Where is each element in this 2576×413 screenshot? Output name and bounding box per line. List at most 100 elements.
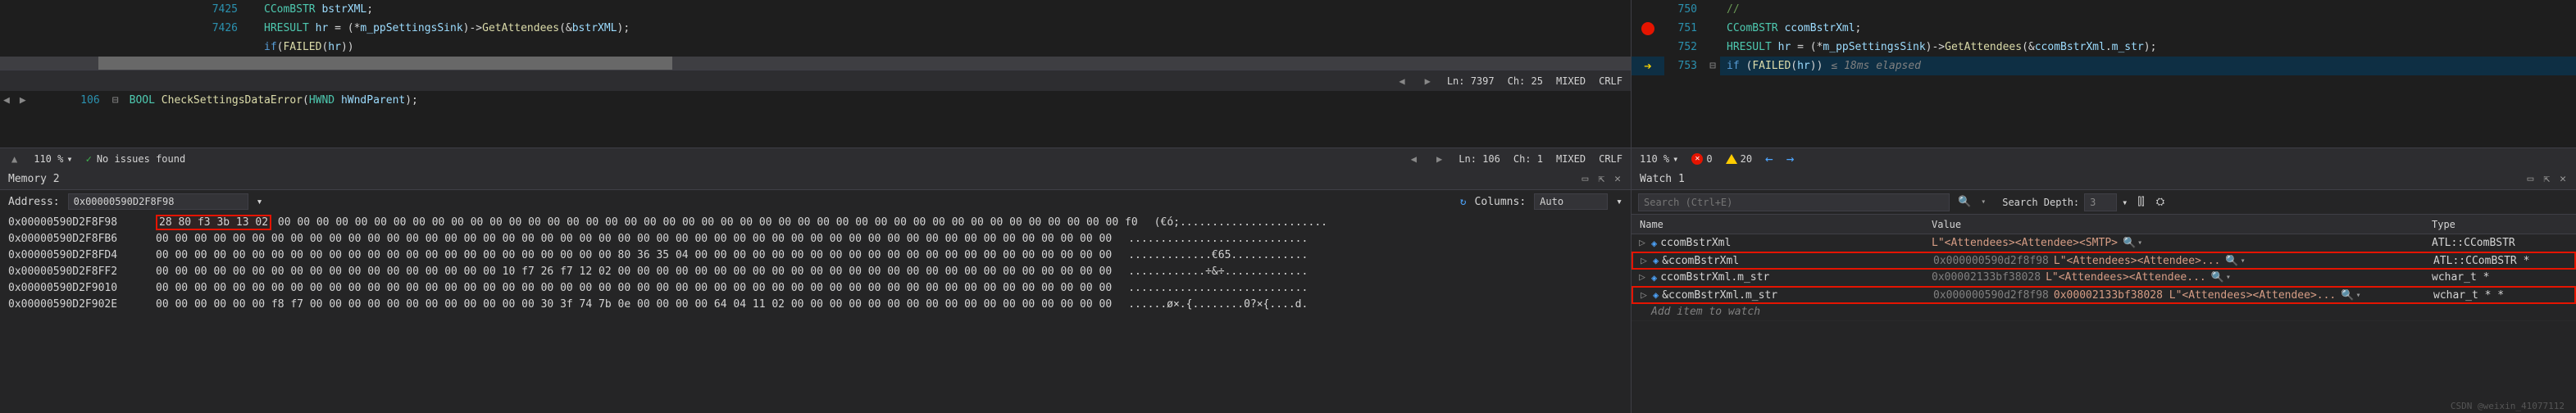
code-line[interactable]: // (1720, 0, 1740, 19)
nav-prev-icon[interactable]: ◀ (1395, 75, 1408, 87)
horizontal-scrollbar[interactable] (0, 57, 1631, 70)
watch-name: &ccomBstrXml (1662, 255, 1739, 267)
status-line: Ln: 106 (1459, 153, 1500, 165)
close-icon[interactable]: ✕ (1613, 173, 1623, 185)
refresh-icon[interactable]: ↻ (1460, 196, 1467, 208)
object-icon: ◈ (1653, 289, 1659, 301)
col-name[interactable]: Name (1632, 219, 1927, 230)
watch-row[interactable]: ▷◈ ccomBstrXmlL"<Attendees><Attendee><SM… (1632, 234, 2576, 252)
code-line[interactable]: CComBSTR bstrXML; (257, 0, 373, 19)
col-type[interactable]: Type (2427, 219, 2576, 230)
visualizer-icon[interactable]: 🔍 (2123, 237, 2136, 249)
watch-panel: 🔍▾ Search Depth: ▾ ⫿⫿ ⛭ Name Value Type … (1632, 190, 2576, 413)
watch-panel-header: Watch 1 ▭ ⇱ ✕ (1632, 169, 2576, 190)
visualizer-icon[interactable]: 🔍 (2341, 289, 2354, 302)
nav-forward-icon[interactable]: → (1786, 151, 1795, 166)
close-icon[interactable]: ✕ (2558, 173, 2568, 185)
depth-input[interactable] (2084, 193, 2117, 211)
memory-row[interactable]: 0x00000590D2F902E00 00 00 00 00 00 f8 f7… (0, 297, 1631, 313)
memory-ascii: ............÷&÷............. (1112, 264, 1308, 280)
pin-icon[interactable]: ⇱ (2542, 173, 2551, 185)
nav-prev-icon[interactable]: ◀ (1408, 153, 1420, 165)
dropdown-icon[interactable]: ▾ (1616, 196, 1623, 208)
perf-tip: ≤ 18ms elapsed (1831, 60, 1921, 72)
memory-ascii: .............€65............ (1112, 247, 1308, 264)
issues-text: No issues found (97, 153, 185, 165)
memory-row[interactable]: 0x00000590D2F8FF200 00 00 00 00 00 00 00… (0, 264, 1631, 280)
watch-row[interactable]: ▷◈ ccomBstrXml.m_str0x00002133bf38028L"<… (1632, 269, 2576, 287)
pin-icon[interactable]: ⇱ (1596, 173, 1606, 185)
address-input[interactable] (68, 193, 248, 210)
editor-statusbar-2: ▲ 110 %▾ ✓ No issues found ◀ ▶ Ln: 106 Ch… (0, 148, 1631, 169)
fold-icon[interactable]: ⊟ (108, 91, 123, 110)
expander-icon[interactable]: ▷ (1638, 289, 1650, 302)
nav-next-icon[interactable]: ▶ (16, 91, 30, 110)
columns-input[interactable] (1534, 193, 1608, 210)
dropdown-icon[interactable]: ▾ (2226, 273, 2231, 282)
dropdown-icon[interactable]: ▾ (66, 153, 72, 165)
warning-count: 20 (1741, 153, 1752, 165)
fold-icon[interactable]: ⊟ (1705, 57, 1720, 75)
code-line[interactable]: if(FAILED(hr)) (257, 38, 354, 57)
expander-icon[interactable]: ▷ (1636, 237, 1648, 249)
line-number: 752 (1664, 38, 1705, 57)
search-icon[interactable]: 🔍 (1958, 196, 1971, 208)
expander-icon[interactable]: ▷ (1638, 255, 1650, 267)
memory-address: 0x00000590D2F8FF2 (0, 264, 156, 280)
line-number (0, 38, 246, 57)
error-icon[interactable]: ✕ (1691, 153, 1703, 165)
filter-icon[interactable]: ⫿⫿ (2136, 196, 2146, 208)
nav-next-icon[interactable]: ▶ (1422, 75, 1434, 87)
nav-next-icon[interactable]: ▶ (1433, 153, 1445, 165)
code-line[interactable]: HRESULT hr = (*m_ppSettingsSink)->GetAtt… (257, 19, 630, 38)
nav-prev-icon[interactable]: ◀ (0, 91, 13, 110)
breakpoint-icon[interactable] (1641, 22, 1654, 35)
code-line[interactable]: HRESULT hr = (*m_ppSettingsSink)->GetAtt… (1720, 38, 2156, 57)
dropdown-icon[interactable]: ▾ (1981, 197, 1986, 206)
dropdown-icon[interactable]: ▾ (2122, 197, 2128, 208)
dropdown-icon[interactable]: ▾ (2355, 291, 2360, 300)
memory-row[interactable]: 0x00000590D2F8FB600 00 00 00 00 00 00 00… (0, 231, 1631, 247)
dropdown-icon[interactable]: ▾ (2241, 256, 2246, 266)
nav-up-icon[interactable]: ▲ (8, 153, 20, 165)
memory-row[interactable]: 0x00000590D2F8FD400 00 00 00 00 00 00 00… (0, 247, 1631, 264)
code-line[interactable]: CComBSTR ccomBstrXml; (1720, 19, 1861, 38)
zoom-level[interactable]: 110 % (34, 153, 63, 165)
memory-address: 0x00000590D2F8F98 (0, 215, 156, 231)
watch-search-input[interactable] (1638, 193, 1950, 211)
status-eol: CRLF (1599, 75, 1623, 87)
add-watch-item[interactable]: Add item to watch (1632, 303, 2576, 321)
warning-icon[interactable] (1726, 154, 1737, 164)
watch-row[interactable]: ▷◈ &ccomBstrXml.m_str0x000000590d2f8f980… (1632, 286, 2576, 304)
memory-address: 0x00000590D2F8FB6 (0, 231, 156, 247)
watch-name: ccomBstrXml (1660, 237, 1731, 249)
memory-ascii: ............................ (1112, 280, 1308, 297)
memory-row[interactable]: 0x00000590D2F901000 00 00 00 00 00 00 00… (0, 280, 1631, 297)
expander-icon[interactable]: ▷ (1636, 271, 1648, 284)
code-line[interactable]: if (FAILED(hr))≤ 18ms elapsed (1720, 57, 1921, 75)
dropdown-icon[interactable]: ▾ (257, 196, 263, 208)
col-value[interactable]: Value (1927, 219, 2427, 230)
line-number: 750 (1664, 0, 1705, 19)
watch-type: wchar_t * (2427, 271, 2576, 284)
status-col: Ch: 1 (1513, 153, 1543, 165)
window-icon[interactable]: ▭ (1581, 173, 1591, 185)
nav-back-icon[interactable]: ← (1765, 151, 1773, 166)
address-label: Address: (8, 196, 60, 208)
memory-row[interactable]: 0x00000590D2F8F9828 80 f3 3b 13 02 00 00… (0, 215, 1631, 231)
visualizer-icon[interactable]: 🔍 (2211, 271, 2224, 284)
dropdown-icon[interactable]: ▾ (2137, 238, 2142, 247)
memory-address: 0x00000590D2F9010 (0, 280, 156, 297)
zoom-level[interactable]: 110 % (1640, 153, 1669, 165)
watch-row[interactable]: ▷◈ &ccomBstrXml0x000000590d2f8f98L"<Atte… (1632, 252, 2576, 270)
watch-type: ATL::CComBSTR * (2428, 255, 2574, 267)
dropdown-icon[interactable]: ▾ (1673, 153, 1678, 165)
code-line[interactable]: BOOL CheckSettingsDataError(HWND hWndPar… (123, 91, 418, 110)
status-col: Ch: 25 (1508, 75, 1543, 87)
options-icon[interactable]: ⛭ (2155, 196, 2166, 208)
visualizer-icon[interactable]: 🔍 (2225, 255, 2238, 267)
check-icon: ✓ (86, 153, 92, 165)
right-code-editor: 750 // 751 CComBSTR ccomBstrXml; 752 HRE… (1632, 0, 2576, 148)
memory-ascii: (€ó;....................... (1138, 215, 1327, 231)
window-icon[interactable]: ▭ (2526, 173, 2536, 185)
